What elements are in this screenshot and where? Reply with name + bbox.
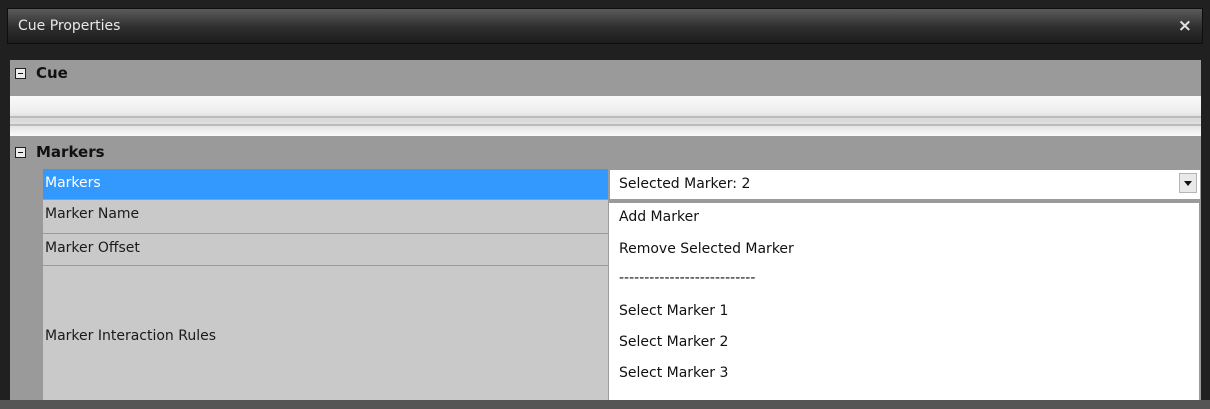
dropdown-separator: --------------------------- bbox=[619, 270, 756, 286]
dropdown-option[interactable]: Select Marker 1 bbox=[619, 303, 728, 319]
collapse-toggle-icon[interactable] bbox=[15, 68, 26, 79]
dropdown-option[interactable]: Remove Selected Marker bbox=[619, 241, 794, 257]
category-cue[interactable]: Cue bbox=[10, 60, 1201, 88]
cue-properties-window: Cue Properties × Cue Markers Markers Sel… bbox=[0, 0, 1210, 409]
dropdown-option[interactable]: Select Marker 3 bbox=[619, 365, 728, 381]
property-name[interactable]: Markers bbox=[43, 169, 609, 200]
property-name[interactable]: Marker Offset bbox=[43, 234, 609, 266]
category-label-markers: Markers bbox=[36, 143, 105, 161]
property-name[interactable]: Marker Name bbox=[43, 200, 609, 234]
combobox-value: Selected Marker: 2 bbox=[619, 176, 751, 192]
row-margin bbox=[10, 169, 43, 409]
chevron-down-icon[interactable] bbox=[1179, 173, 1197, 193]
bottom-edge bbox=[0, 400, 1210, 409]
obscured-rows bbox=[10, 96, 1201, 136]
category-label-cue: Cue bbox=[36, 64, 68, 82]
dropdown-option[interactable]: Select Marker 2 bbox=[619, 334, 728, 350]
property-row-markers[interactable]: Markers Selected Marker: 2 bbox=[43, 169, 1201, 200]
title-bar[interactable]: Cue Properties × bbox=[7, 8, 1203, 44]
markers-dropdown-list: Add Marker Remove Selected Marker ------… bbox=[609, 203, 1199, 408]
close-icon[interactable]: × bbox=[1178, 17, 1192, 35]
dropdown-option[interactable]: Add Marker bbox=[619, 209, 699, 225]
property-name[interactable]: Marker Interaction Rules bbox=[43, 266, 609, 409]
property-grid: Cue Markers Markers Selected Marker: 2 M… bbox=[10, 60, 1201, 409]
collapse-toggle-icon[interactable] bbox=[15, 147, 26, 158]
window-title: Cue Properties bbox=[18, 18, 121, 34]
category-markers[interactable]: Markers bbox=[10, 139, 1201, 167]
markers-combobox[interactable]: Selected Marker: 2 bbox=[609, 169, 1201, 200]
